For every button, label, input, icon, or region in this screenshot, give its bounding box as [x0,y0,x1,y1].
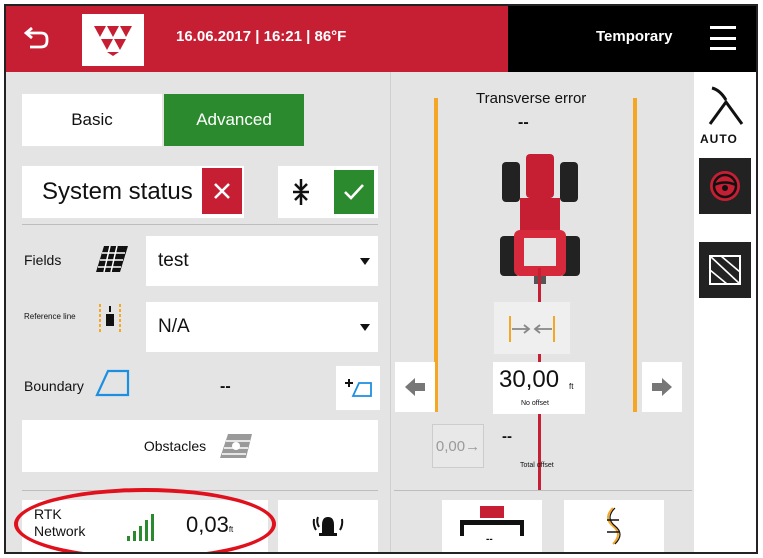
total-offset-label: Total offset [520,462,554,469]
map-icon [709,255,741,285]
total-offset-value: -- [502,428,512,445]
offset-input[interactable]: 30,00 ft No offset [493,362,585,414]
guide-line-right [633,98,637,412]
back-icon [24,27,49,49]
offset-value: 30,00 [499,366,560,393]
divider [22,224,378,225]
fields-value: test [158,250,189,271]
obstacles-button[interactable]: Obstacles [22,420,378,472]
checkmark-icon [344,184,364,200]
boundary-icon [95,369,130,397]
tractor-icon [500,154,580,284]
auto-label: AUTO [700,132,738,146]
reference-line-label: Reference line [24,312,76,321]
fields-label: Fields [24,252,62,268]
checkmark-button[interactable] [334,170,374,214]
system-status-label: System status [42,178,193,205]
mode-label[interactable]: Temporary [596,28,672,45]
reference-line-dropdown[interactable]: N/A [146,302,378,352]
transverse-error-title: Transverse error [476,90,587,107]
reference-line-value: N/A [158,316,190,337]
rtk-unit: ft [228,525,234,534]
boundary-label: Boundary [24,378,84,394]
steer-left-button[interactable] [395,362,435,412]
alarm-button[interactable] [278,500,378,552]
rtk-status[interactable]: RTK Network 0,03ft [22,500,268,552]
engage-button[interactable] [278,166,378,218]
rtk-network-label: Network [34,523,86,539]
chevron-down-icon [360,258,370,265]
boundary-value: -- [220,378,231,395]
reference-line-icon [99,304,121,334]
brand-logo [82,14,144,66]
date-time-display: 16.06.2017 | 16:21 | 86°F [176,28,347,45]
steer-right-button[interactable] [642,362,682,412]
alarm-icon [312,516,344,536]
auto-steer-icon[interactable] [706,84,746,128]
total-offset-button[interactable]: 0,00→ [432,424,484,468]
add-boundary-button[interactable] [336,366,380,410]
menu-icon[interactable] [710,26,736,50]
back-button[interactable] [16,18,58,58]
implement-value: -- [486,534,493,545]
obstacles-label: Obstacles [143,438,207,454]
add-boundary-icon [345,379,372,397]
signal-bars-icon [127,514,154,541]
divider [22,490,378,491]
rtk-label: RTK [34,506,62,522]
app-window: 16.06.2017 | 16:21 | 86°F Temporary Basi… [4,4,758,554]
steering-wheel-icon [710,171,740,201]
chevron-down-icon [360,324,370,331]
engage-icon [293,179,309,205]
steering-button[interactable] [699,158,751,214]
curve-line-icon [607,507,621,545]
map-button[interactable] [699,242,751,298]
fields-dropdown[interactable]: test [146,236,378,286]
close-icon [214,183,230,199]
curve-button[interactable] [564,500,664,552]
field-icon [96,245,128,273]
status-error-button[interactable] [202,168,242,214]
steer-right-icon [652,378,672,396]
tab-basic[interactable]: Basic [22,94,162,146]
steer-left-icon [405,378,425,396]
transverse-error-value: -- [518,114,529,131]
offset-unit: ft [569,382,574,391]
offset-label: No offset [521,400,549,407]
rtk-accuracy-value: 0,03 [186,512,229,537]
implement-spacing [494,302,570,354]
tab-advanced[interactable]: Advanced [164,94,304,146]
header-bar: 16.06.2017 | 16:21 | 86°F Temporary [6,6,756,72]
implement-button[interactable]: -- [442,500,542,552]
divider [394,490,692,491]
obstacles-icon [220,434,253,458]
